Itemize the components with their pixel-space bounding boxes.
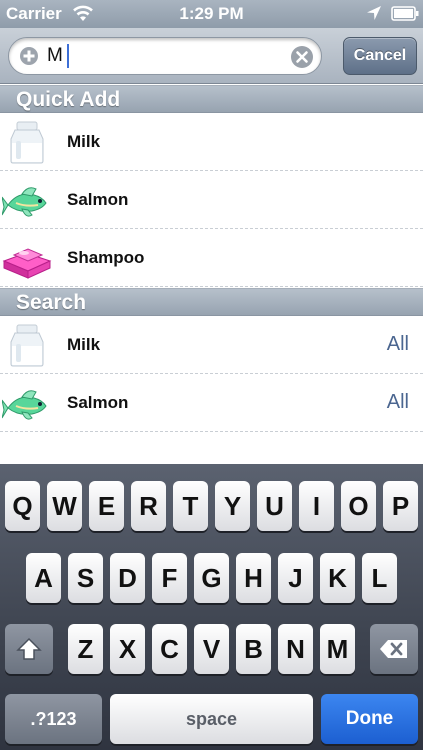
- item-detail-label: All: [386, 333, 409, 355]
- key-x[interactable]: X: [110, 624, 145, 674]
- key-m[interactable]: M: [320, 624, 355, 674]
- key-l[interactable]: L: [362, 553, 397, 603]
- item-label: Milk: [67, 132, 101, 151]
- key-t[interactable]: T: [173, 481, 208, 531]
- list-item-search-salmon[interactable]: Salmon All: [0, 374, 423, 432]
- numbers-key[interactable]: .?123: [5, 694, 102, 744]
- key-e[interactable]: E: [89, 481, 124, 531]
- key-h[interactable]: H: [236, 553, 271, 603]
- shift-key[interactable]: [5, 624, 53, 674]
- search-input[interactable]: M: [8, 37, 322, 75]
- key-y[interactable]: Y: [215, 481, 250, 531]
- key-d[interactable]: D: [110, 553, 145, 603]
- key-z[interactable]: Z: [68, 624, 103, 674]
- item-label: Shampoo: [67, 248, 145, 267]
- text-cursor: [67, 44, 69, 68]
- status-time: 1:29 PM: [179, 4, 244, 23]
- list-item-search-milk[interactable]: Milk All: [0, 316, 423, 374]
- key-b[interactable]: B: [236, 624, 271, 674]
- location-arrow-icon: [367, 6, 381, 20]
- key-s[interactable]: S: [68, 553, 103, 603]
- shift-icon: [16, 637, 42, 660]
- delete-key[interactable]: [370, 624, 418, 674]
- key-a[interactable]: A: [26, 553, 61, 603]
- list-item-quick-add-milk[interactable]: Milk: [0, 113, 423, 171]
- key-v[interactable]: V: [194, 624, 229, 674]
- fish-icon: [2, 390, 47, 420]
- status-bar: Carrier 1:29 PM: [0, 0, 423, 28]
- milk-icon: [10, 324, 44, 367]
- item-detail-label: All: [386, 391, 409, 413]
- fish-icon: [2, 187, 47, 217]
- item-label: Milk: [67, 335, 101, 354]
- add-circle-icon[interactable]: [19, 46, 39, 66]
- key-w[interactable]: W: [47, 481, 82, 531]
- milk-icon: [10, 121, 44, 164]
- key-n[interactable]: N: [278, 624, 313, 674]
- key-o[interactable]: O: [341, 481, 376, 531]
- clear-icon[interactable]: [290, 45, 314, 69]
- key-j[interactable]: J: [278, 553, 313, 603]
- battery-icon: [391, 6, 419, 21]
- key-k[interactable]: K: [320, 553, 355, 603]
- key-f[interactable]: F: [152, 553, 187, 603]
- section-header-search: Search: [0, 288, 423, 316]
- search-query-text: M: [47, 45, 63, 66]
- key-u[interactable]: U: [257, 481, 292, 531]
- backspace-icon: [380, 640, 407, 658]
- key-c[interactable]: C: [152, 624, 187, 674]
- list-item-quick-add-shampoo[interactable]: Shampoo: [0, 229, 423, 287]
- item-label: Salmon: [67, 190, 129, 209]
- item-label: Salmon: [67, 393, 129, 412]
- space-key[interactable]: space: [110, 694, 313, 744]
- list-item-quick-add-salmon[interactable]: Salmon: [0, 171, 423, 229]
- key-q[interactable]: Q: [5, 481, 40, 531]
- soap-icon: [2, 248, 52, 279]
- key-g[interactable]: G: [194, 553, 229, 603]
- done-key[interactable]: Done: [321, 694, 418, 744]
- key-r[interactable]: R: [131, 481, 166, 531]
- cancel-button[interactable]: Cancel: [343, 37, 417, 75]
- key-i[interactable]: I: [299, 481, 334, 531]
- key-p[interactable]: P: [383, 481, 418, 531]
- search-bar: M Cancel: [0, 28, 423, 84]
- keyboard: Q W E R T Y U I O P A S D F G H J K L Z …: [0, 464, 423, 750]
- section-header-quick-add: Quick Add: [0, 85, 423, 113]
